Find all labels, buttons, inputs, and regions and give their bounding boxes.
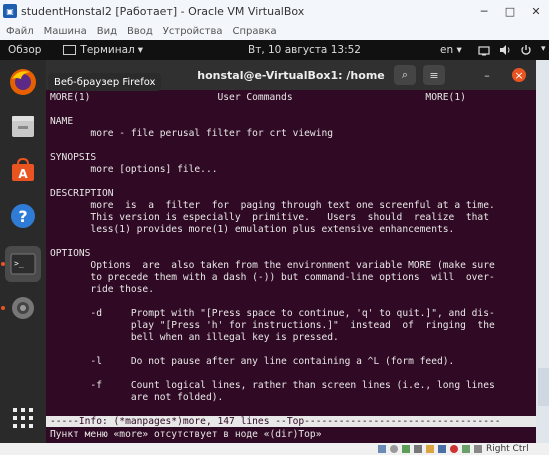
virtualbox-status-bar: Right Ctrl: [0, 443, 549, 455]
dock-settings[interactable]: [5, 290, 41, 326]
terminal-line: -d Prompt with "[Press space to continue…: [50, 308, 495, 319]
dock: A ? >_: [0, 60, 46, 443]
optical-icon: [390, 445, 398, 453]
software-icon: A: [12, 157, 34, 181]
menu-button[interactable]: ≡: [423, 65, 445, 85]
status-icons[interactable]: [378, 445, 482, 453]
terminal-line: MORE(1) User Commands MORE(1): [50, 92, 466, 103]
terminal-line: This version is especially primitive. Us…: [50, 212, 489, 223]
close-terminal-button[interactable]: ×: [512, 68, 526, 82]
host-key-label: Right Ctrl: [486, 444, 529, 454]
app-menu-button[interactable]: Терминал ▾: [63, 44, 143, 56]
firefox-icon: [10, 69, 36, 95]
echo-area: Пункт меню «more» отсутствует в ноде «(d…: [46, 429, 536, 440]
svg-text:?: ?: [18, 207, 27, 226]
keyboard-layout-button[interactable]: en ▾: [440, 44, 462, 56]
recording-icon: [450, 445, 458, 453]
running-indicator: [1, 306, 5, 310]
terminal-line: -f Count logical lines, rather than scre…: [50, 380, 495, 391]
hamburger-icon: ≡: [429, 68, 439, 82]
gnome-top-bar: Обзор Терминал ▾ Вт, 10 августа 13:52 en…: [0, 40, 549, 60]
terminal-line: play "[Press 'h' for instructions.]" ins…: [50, 320, 495, 331]
terminal-line: DESCRIPTION: [50, 188, 114, 199]
power-icon: [521, 45, 531, 55]
network-status-icon: [402, 445, 410, 453]
terminal-line: ride those.: [50, 284, 154, 295]
terminal-line: NAME: [50, 116, 74, 127]
maximize-button[interactable]: □: [497, 0, 523, 22]
close-button[interactable]: ✕: [523, 0, 549, 22]
echo-area-text: Пункт меню «more» отсутствует в ноде «(d…: [50, 429, 322, 440]
display-icon: [438, 445, 446, 453]
dock-tooltip: Веб-браузер Firefox: [48, 73, 162, 91]
chevron-down-icon: ▾: [456, 44, 462, 56]
dock-software[interactable]: A: [5, 152, 41, 188]
system-tray[interactable]: ▾: [478, 44, 546, 56]
terminal-line: more - file perusal filter for crt viewi…: [50, 128, 334, 139]
terminal-line: SYNOPSIS: [50, 152, 97, 163]
virtualbox-menu-bar: Файл Машина Вид Ввод Устройства Справка: [0, 22, 549, 40]
terminal-line: less(1) provides more(1) emulation plus …: [50, 224, 455, 235]
volume-icon: [500, 45, 510, 55]
menu-view[interactable]: Вид: [97, 26, 117, 37]
dock-app-grid[interactable]: [5, 400, 41, 436]
clock[interactable]: Вт, 10 августа 13:52: [248, 44, 361, 56]
virtualbox-icon: ▣: [3, 4, 17, 18]
menu-devices[interactable]: Устройства: [163, 26, 223, 37]
window-title: studentHonstal2 [Работает] - Oracle VM V…: [21, 4, 305, 18]
dock-terminal[interactable]: >_: [5, 246, 41, 282]
keyboard-layout-label: en: [440, 44, 454, 56]
info-status-bar: -----Info: (*manpages*)more, 147 lines -…: [46, 416, 536, 427]
dock-files[interactable]: [5, 108, 41, 144]
terminal-line: are not folded).: [50, 392, 224, 403]
settings-icon: [12, 297, 34, 319]
app-menu-label: Терминал: [80, 44, 135, 56]
info-status-text: -----Info: (*manpages*)more, 147 lines -…: [50, 416, 501, 427]
app-grid-icon: [13, 408, 33, 428]
terminal-line: OPTIONS: [50, 248, 91, 259]
cpu-icon: [462, 445, 470, 453]
search-button[interactable]: ⌕: [394, 65, 416, 85]
minimize-button[interactable]: ─: [471, 0, 497, 22]
terminal-line: Options are also taken from the environm…: [50, 260, 495, 271]
minimize-terminal-button[interactable]: –: [480, 68, 494, 82]
terminal-icon: >_: [10, 253, 36, 275]
menu-help[interactable]: Справка: [233, 26, 277, 37]
terminal-small-icon: [63, 45, 77, 55]
activities-button[interactable]: Обзор: [8, 44, 41, 56]
mouse-icon: [474, 445, 482, 453]
network-icon: [478, 46, 490, 56]
terminal-line: -l Do not pause after any line containin…: [50, 356, 455, 367]
terminal-line: bell when an illegal key is pressed.: [50, 332, 339, 343]
terminal-line: more is a filter for paging through text…: [50, 200, 495, 211]
shared-folder-icon: [426, 445, 434, 453]
chevron-down-icon: ▾: [541, 44, 546, 54]
running-indicator: [1, 262, 5, 266]
terminal-line: to precede them with a dash (-)) but com…: [50, 272, 495, 283]
terminal-output[interactable]: MORE(1) User Commands MORE(1) NAME more …: [46, 90, 536, 443]
chevron-down-icon: ▾: [137, 44, 143, 56]
svg-text:A: A: [18, 167, 28, 181]
usb-icon: [414, 445, 422, 453]
menu-input[interactable]: Ввод: [127, 26, 153, 37]
search-icon: ⌕: [401, 68, 409, 81]
dock-firefox[interactable]: [5, 64, 41, 100]
terminal-window[interactable]: honstal@e-VirtualBox1: /home ⌕ ≡ – × MOR…: [46, 60, 536, 443]
minimize-icon: –: [484, 68, 490, 82]
close-icon: ×: [514, 68, 524, 82]
files-icon: [12, 116, 34, 137]
terminal-line: more [options] file...: [50, 164, 218, 175]
svg-text:>_: >_: [14, 259, 24, 268]
menu-machine[interactable]: Машина: [44, 26, 87, 37]
disk-icon: [378, 445, 386, 453]
dock-help[interactable]: ?: [5, 198, 41, 234]
help-icon: ?: [11, 204, 35, 228]
side-panel-handle[interactable]: [538, 368, 549, 406]
menu-file[interactable]: Файл: [6, 26, 34, 37]
virtualbox-title-bar: ▣ studentHonstal2 [Работает] - Oracle VM…: [0, 0, 549, 22]
